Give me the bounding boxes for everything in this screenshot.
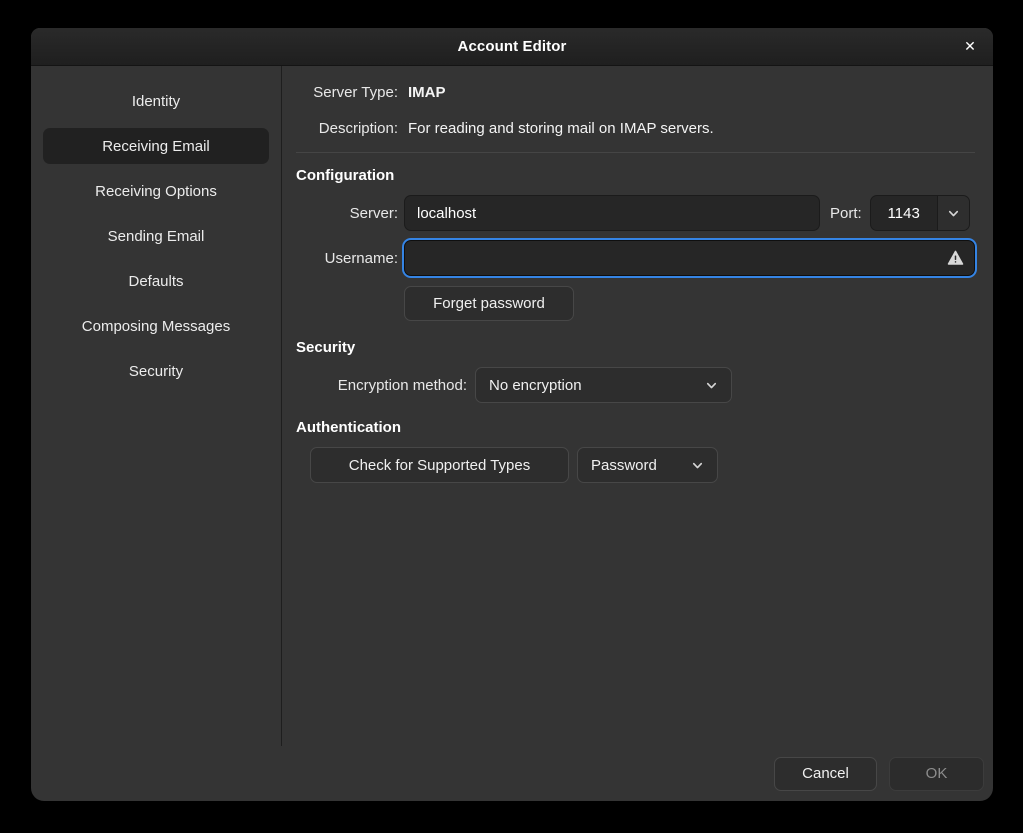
server-row: Server: Port: 1143 — [296, 195, 975, 231]
dialog-footer: Cancel OK — [31, 746, 993, 801]
account-editor-dialog: Account Editor ✕ Identity Receiving Emai… — [31, 28, 993, 801]
username-label: Username: — [296, 250, 398, 267]
main-content: Server Type: IMAP Description: For readi… — [282, 66, 993, 746]
security-heading: Security — [296, 337, 975, 359]
server-input[interactable] — [404, 195, 820, 231]
encryption-method-label: Encryption method: — [296, 377, 467, 394]
sidebar: Identity Receiving Email Receiving Optio… — [31, 66, 281, 746]
authentication-heading: Authentication — [296, 417, 975, 439]
sidebar-item-sending-email[interactable]: Sending Email — [43, 218, 269, 254]
warning-icon — [947, 250, 964, 267]
auth-mechanism-dropdown[interactable]: Password — [577, 447, 718, 483]
encryption-method-dropdown[interactable]: No encryption — [475, 367, 732, 403]
window-title: Account Editor — [458, 38, 567, 55]
close-button[interactable]: ✕ — [956, 33, 984, 61]
username-row: Username: — [296, 240, 975, 276]
port-value[interactable]: 1143 — [871, 196, 937, 230]
username-input[interactable] — [405, 241, 974, 275]
ok-button[interactable]: OK — [889, 757, 984, 791]
cancel-button[interactable]: Cancel — [774, 757, 877, 791]
chevron-down-icon — [691, 459, 704, 472]
authentication-row: Check for Supported Types Password — [296, 447, 975, 483]
description-value: For reading and storing mail on IMAP ser… — [408, 118, 714, 140]
sidebar-item-receiving-options[interactable]: Receiving Options — [43, 173, 269, 209]
encryption-row: Encryption method: No encryption — [296, 367, 975, 403]
server-type-value: IMAP — [408, 82, 446, 104]
chevron-down-icon[interactable] — [937, 196, 969, 230]
titlebar[interactable]: Account Editor ✕ — [31, 28, 993, 66]
forget-password-row: Forget password — [296, 286, 975, 321]
server-type-label: Server Type: — [296, 82, 398, 104]
sidebar-item-identity[interactable]: Identity — [43, 83, 269, 119]
description-row: Description: For reading and storing mai… — [296, 118, 975, 140]
port-combobox[interactable]: 1143 — [870, 195, 970, 231]
username-field-focused — [404, 240, 975, 276]
server-label: Server: — [296, 205, 398, 222]
encryption-method-value: No encryption — [489, 377, 582, 394]
configuration-heading: Configuration — [296, 165, 975, 187]
close-icon: ✕ — [964, 38, 976, 55]
sidebar-item-composing-messages[interactable]: Composing Messages — [43, 308, 269, 344]
sidebar-item-receiving-email[interactable]: Receiving Email — [43, 128, 269, 164]
chevron-down-icon — [705, 379, 718, 392]
port-label: Port: — [830, 205, 862, 222]
section-divider — [296, 152, 975, 153]
description-label: Description: — [296, 118, 398, 140]
check-supported-types-button[interactable]: Check for Supported Types — [310, 447, 569, 483]
auth-mechanism-value: Password — [591, 457, 657, 474]
server-type-row: Server Type: IMAP — [296, 82, 975, 104]
sidebar-item-defaults[interactable]: Defaults — [43, 263, 269, 299]
sidebar-item-security[interactable]: Security — [43, 353, 269, 389]
forget-password-button[interactable]: Forget password — [404, 286, 574, 321]
